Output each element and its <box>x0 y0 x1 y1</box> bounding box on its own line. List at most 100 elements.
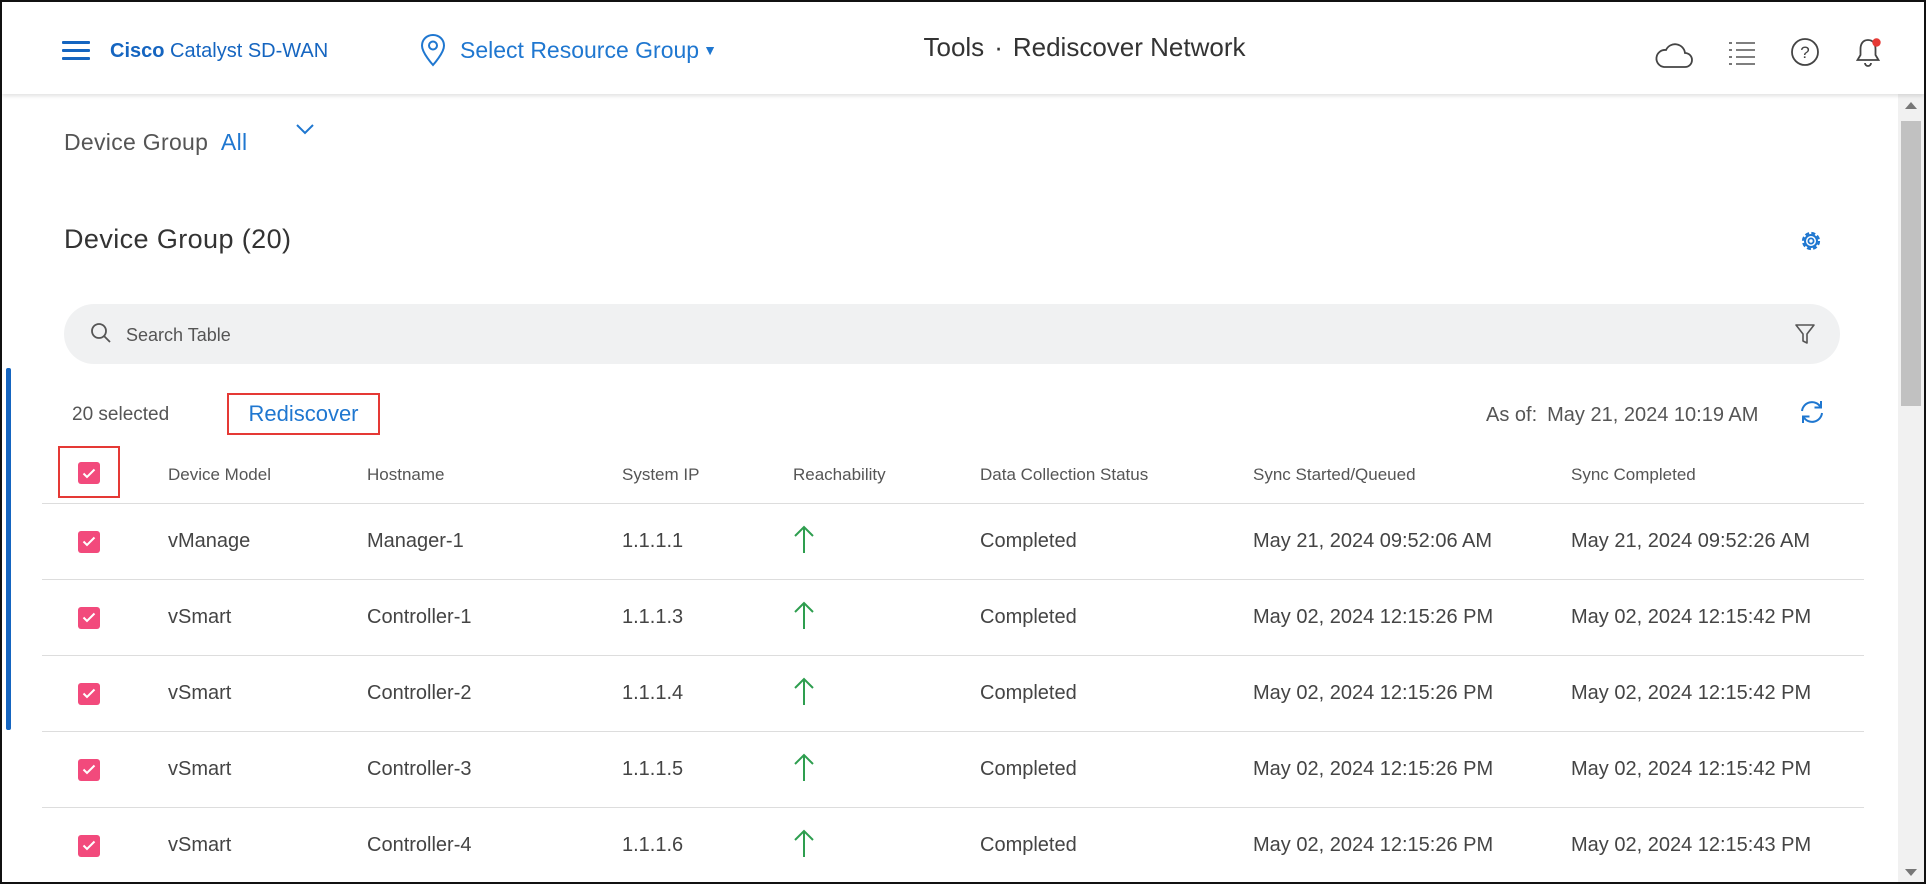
as-of-timestamp: As of: May 21, 2024 10:19 AM <box>1486 404 1758 427</box>
column-header-reachability[interactable]: Reachability <box>793 446 980 504</box>
cell-status: Completed <box>980 807 1253 882</box>
cell-system-ip: 1.1.1.3 <box>622 579 793 656</box>
as-of-value: May 21, 2024 10:19 AM <box>1547 404 1759 426</box>
device-group-filter-value[interactable]: All <box>221 129 247 155</box>
refresh-icon[interactable] <box>1798 398 1826 431</box>
checkmark-icon <box>82 764 96 775</box>
cell-system-ip: 1.1.1.1 <box>622 503 793 580</box>
column-header-device-model[interactable]: Device Model <box>168 446 367 504</box>
device-table: Device Model Hostname System IP Reachabi… <box>42 446 1864 882</box>
table-row[interactable]: vSmart Controller-3 1.1.1.5 Completed Ma… <box>42 731 1864 808</box>
resource-group-label: Select Resource Group <box>460 36 700 63</box>
cell-sync-completed: May 21, 2024 09:52:26 AM <box>1571 503 1864 580</box>
row-checkbox[interactable] <box>78 606 100 629</box>
cell-device-model: vSmart <box>168 731 367 808</box>
row-checkbox[interactable] <box>78 834 100 857</box>
scroll-up-arrow-icon[interactable] <box>1905 102 1917 109</box>
title-separator: · <box>994 32 1003 62</box>
reachability-up-arrow-icon <box>794 829 814 857</box>
cell-sync-started: May 21, 2024 09:52:06 AM <box>1253 503 1571 580</box>
reachability-up-arrow-icon <box>794 677 814 705</box>
cell-system-ip: 1.1.1.4 <box>622 655 793 732</box>
row-checkbox[interactable] <box>78 530 100 553</box>
main-content: Device Group All Device Group (20) 20 se… <box>2 94 1896 882</box>
cell-hostname: Controller-1 <box>367 579 622 656</box>
cell-hostname: Controller-3 <box>367 731 622 808</box>
app-window: Cisco Catalyst SD-WAN Select Resource Gr… <box>0 0 1926 884</box>
table-row[interactable]: vSmart Controller-4 1.1.1.6 Completed Ma… <box>42 807 1864 882</box>
filter-icon[interactable] <box>1794 323 1816 350</box>
brand-logo[interactable]: Cisco Catalyst SD-WAN <box>110 40 328 63</box>
cell-device-model: vSmart <box>168 807 367 882</box>
checkmark-icon <box>82 468 96 478</box>
menu-icon[interactable] <box>62 41 90 63</box>
reachability-up-arrow-icon <box>794 753 814 781</box>
selected-count: 20 selected <box>72 404 170 425</box>
select-all-checkbox[interactable] <box>78 462 100 484</box>
checkmark-icon <box>82 840 96 851</box>
cloud-icon[interactable] <box>1654 40 1694 75</box>
top-header: Cisco Catalyst SD-WAN Select Resource Gr… <box>2 2 1924 94</box>
gear-icon[interactable] <box>1798 228 1824 259</box>
select-all-cell <box>42 446 168 504</box>
section-title: Device Group (20) <box>64 224 292 254</box>
search-bar <box>64 304 1840 364</box>
search-input[interactable] <box>124 318 1728 352</box>
resource-group-selector[interactable]: Select Resource Group ▼ <box>420 30 717 70</box>
column-header-sync-started[interactable]: Sync Started/Queued <box>1253 446 1571 504</box>
checkmark-icon <box>82 688 96 699</box>
cell-reachability <box>793 579 980 656</box>
cell-hostname: Manager-1 <box>367 503 622 580</box>
table-row[interactable]: vSmart Controller-2 1.1.1.4 Completed Ma… <box>42 655 1864 732</box>
svg-text:?: ? <box>1800 43 1809 62</box>
title-section: Tools <box>923 32 985 62</box>
chevron-down-icon[interactable] <box>294 122 316 141</box>
help-icon[interactable]: ? <box>1790 37 1820 72</box>
cell-sync-completed: May 02, 2024 12:15:42 PM <box>1571 731 1864 808</box>
scroll-down-arrow-icon[interactable] <box>1905 869 1917 876</box>
scrollbar-thumb[interactable] <box>1901 121 1921 406</box>
task-list-icon[interactable] <box>1728 40 1756 71</box>
brand-name-rest: Catalyst SD-WAN <box>170 40 329 62</box>
column-header-hostname[interactable]: Hostname <box>367 446 622 504</box>
vertical-scrollbar[interactable] <box>1898 94 1924 882</box>
notification-bell-icon[interactable] <box>1854 36 1884 73</box>
brand-name-bold: Cisco <box>110 40 165 62</box>
cell-sync-completed: May 02, 2024 12:15:43 PM <box>1571 807 1864 882</box>
cell-system-ip: 1.1.1.5 <box>622 731 793 808</box>
search-icon <box>90 322 112 349</box>
cell-status: Completed <box>980 655 1253 732</box>
table-header-row: Device Model Hostname System IP Reachabi… <box>42 446 1864 504</box>
checkmark-icon <box>82 612 96 623</box>
selection-accent-bar <box>6 368 11 730</box>
cell-reachability <box>793 503 980 580</box>
cell-sync-completed: May 02, 2024 12:15:42 PM <box>1571 655 1864 732</box>
location-pin-icon <box>420 33 446 67</box>
cell-sync-started: May 02, 2024 12:15:26 PM <box>1253 731 1571 808</box>
cell-reachability <box>793 655 980 732</box>
column-header-system-ip[interactable]: System IP <box>622 446 793 504</box>
table-row[interactable]: vManage Manager-1 1.1.1.1 Completed May … <box>42 503 1864 580</box>
column-header-data-collection-status[interactable]: Data Collection Status <box>980 446 1253 504</box>
cell-hostname: Controller-4 <box>367 807 622 882</box>
reachability-up-arrow-icon <box>794 601 814 629</box>
cell-system-ip: 1.1.1.6 <box>622 807 793 882</box>
cell-reachability <box>793 807 980 882</box>
cell-status: Completed <box>980 579 1253 656</box>
device-group-filter: Device Group All <box>64 129 247 156</box>
column-header-sync-completed[interactable]: Sync Completed <box>1571 446 1864 504</box>
cell-sync-started: May 02, 2024 12:15:26 PM <box>1253 807 1571 882</box>
cell-reachability <box>793 731 980 808</box>
cell-status: Completed <box>980 731 1253 808</box>
device-group-filter-label: Device Group <box>64 129 209 155</box>
cell-device-model: vSmart <box>168 655 367 732</box>
table-row[interactable]: vSmart Controller-1 1.1.1.3 Completed Ma… <box>42 579 1864 656</box>
caret-down-icon: ▼ <box>703 42 717 58</box>
cell-device-model: vSmart <box>168 579 367 656</box>
row-checkbox[interactable] <box>78 758 100 781</box>
title-page: Rediscover Network <box>1012 32 1246 62</box>
row-checkbox[interactable] <box>78 682 100 705</box>
cell-sync-started: May 02, 2024 12:15:26 PM <box>1253 655 1571 732</box>
rediscover-button[interactable]: Rediscover <box>227 393 380 435</box>
reachability-up-arrow-icon <box>794 525 814 553</box>
